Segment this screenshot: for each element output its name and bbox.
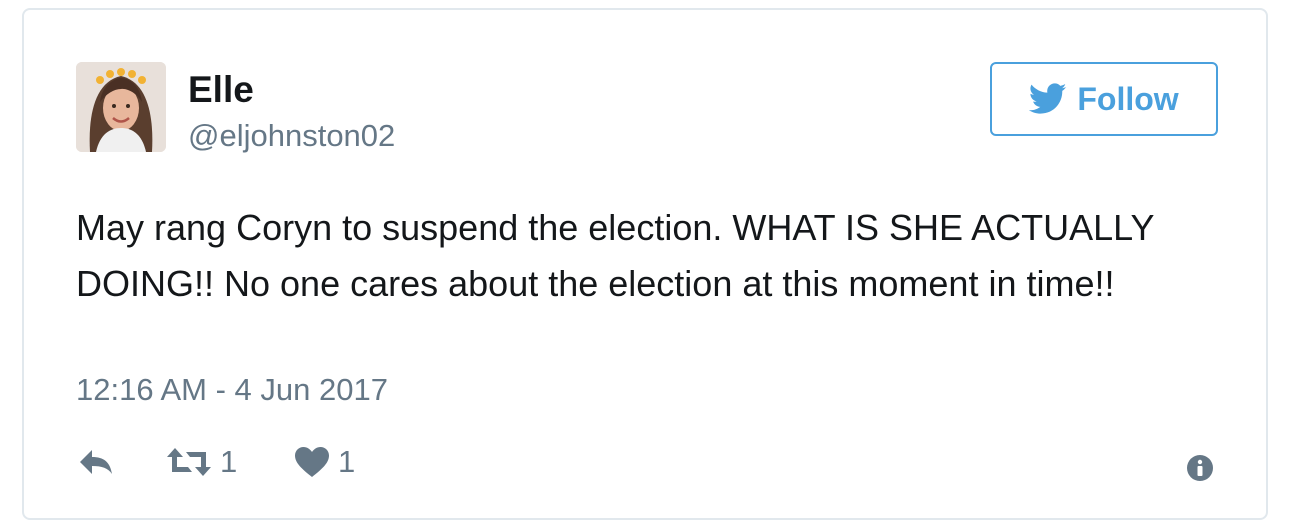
heart-icon [295, 447, 329, 477]
reply-icon [80, 450, 112, 474]
retweet-button[interactable]: 1 [166, 442, 237, 482]
retweet-count: 1 [220, 444, 238, 479]
like-count: 1 [338, 444, 356, 479]
avatar[interactable] [76, 62, 166, 152]
user-handle[interactable]: @eljohnston02 [188, 118, 395, 154]
tweet-timestamp[interactable]: 12:16 AM - 4 Jun 2017 [76, 372, 388, 408]
retweet-icon [167, 448, 211, 476]
tweet-card: Elle @eljohnston02 Follow May rang Coryn… [22, 8, 1268, 520]
info-icon[interactable] [1186, 454, 1214, 482]
tweet-text: May rang Coryn to suspend the election. … [76, 207, 1154, 304]
avatar-image [76, 62, 166, 152]
display-name[interactable]: Elle [188, 70, 254, 110]
follow-label: Follow [1077, 81, 1179, 117]
twitter-bird-icon [1029, 83, 1067, 114]
like-button[interactable]: 1 [294, 442, 355, 482]
follow-button[interactable]: Follow [990, 62, 1218, 136]
reply-button[interactable] [76, 442, 116, 482]
